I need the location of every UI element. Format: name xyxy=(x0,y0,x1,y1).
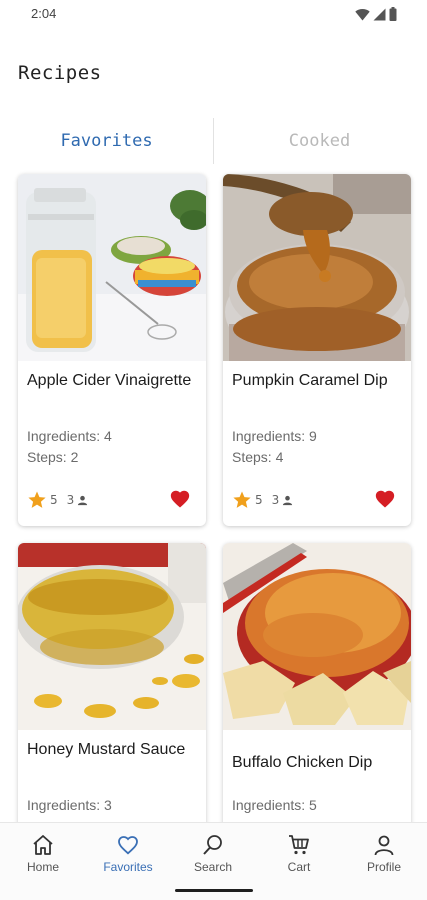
recipe-photo xyxy=(18,174,206,361)
recipe-name: Honey Mustard Sauce xyxy=(27,741,186,758)
nav-profile[interactable]: Profile xyxy=(349,833,419,874)
heart-icon xyxy=(118,836,138,855)
recipe-photo xyxy=(18,543,206,730)
tab-favorites[interactable]: Favorites xyxy=(0,118,213,164)
tab-divider xyxy=(213,118,214,164)
recipe-photo xyxy=(223,543,411,730)
nav-cart[interactable]: Cart xyxy=(264,833,334,874)
nav-label: Home xyxy=(26,860,59,874)
search-icon xyxy=(203,835,222,855)
recipe-card[interactable]: Buffalo Chicken Dip Ingredients: 5 xyxy=(223,543,411,843)
nav-search[interactable]: Search xyxy=(178,833,248,874)
person-icon xyxy=(283,495,293,505)
nav-label: Cart xyxy=(287,860,311,874)
rating: 5 3 xyxy=(27,490,88,510)
home-icon xyxy=(33,835,53,855)
recipe-card[interactable]: Pumpkin Caramel Dip Ingredients: 9 Steps… xyxy=(223,174,411,526)
nav-label: Favorites xyxy=(103,860,153,874)
rating: 5 3 xyxy=(232,490,293,510)
ingredient-count: Ingredients: 4 xyxy=(27,428,112,444)
page-title: Recipes xyxy=(18,62,102,84)
wifi-icon xyxy=(355,8,370,20)
cell-signal-icon xyxy=(373,8,386,20)
star-icon xyxy=(233,491,251,508)
review-count: 3 xyxy=(271,493,280,507)
recipe-name: Apple Cider Vinaigrette xyxy=(27,372,192,389)
nav-home[interactable]: Home xyxy=(8,833,78,874)
status-time: 2:04 xyxy=(31,6,57,21)
nav-label: Profile xyxy=(366,860,401,874)
recipe-card[interactable]: Apple Cider Vinaigrette Ingredients: 4 S… xyxy=(18,174,206,526)
favorite-heart-icon[interactable] xyxy=(374,488,396,510)
recipe-name: Buffalo Chicken Dip xyxy=(232,754,373,771)
recipe-photo xyxy=(223,174,411,361)
ingredient-count: Ingredients: 5 xyxy=(232,797,317,813)
person-icon xyxy=(78,495,88,505)
star-icon xyxy=(28,491,46,508)
cart-icon xyxy=(289,835,309,855)
ingredient-count: Ingredients: 9 xyxy=(232,428,317,444)
recipe-name: Pumpkin Caramel Dip xyxy=(232,372,388,389)
rating-value: 5 xyxy=(255,493,263,507)
favorite-heart-icon[interactable] xyxy=(169,488,191,510)
status-bar: 2:04 xyxy=(0,0,427,30)
step-count: Steps: 4 xyxy=(232,449,284,465)
nav-favorites[interactable]: Favorites xyxy=(93,833,163,874)
tab-bar: Favorites Cooked xyxy=(0,118,427,164)
tab-cooked[interactable]: Cooked xyxy=(213,118,426,164)
rating-value: 5 xyxy=(50,493,58,507)
status-icons xyxy=(355,7,397,21)
home-indicator xyxy=(175,889,253,892)
battery-icon xyxy=(389,7,397,21)
ingredient-count: Ingredients: 3 xyxy=(27,797,112,813)
step-count: Steps: 2 xyxy=(27,449,79,465)
person-icon xyxy=(374,835,394,856)
nav-label: Search xyxy=(193,860,233,874)
recipe-card[interactable]: Honey Mustard Sauce Ingredients: 3 xyxy=(18,543,206,843)
review-count: 3 xyxy=(66,493,75,507)
